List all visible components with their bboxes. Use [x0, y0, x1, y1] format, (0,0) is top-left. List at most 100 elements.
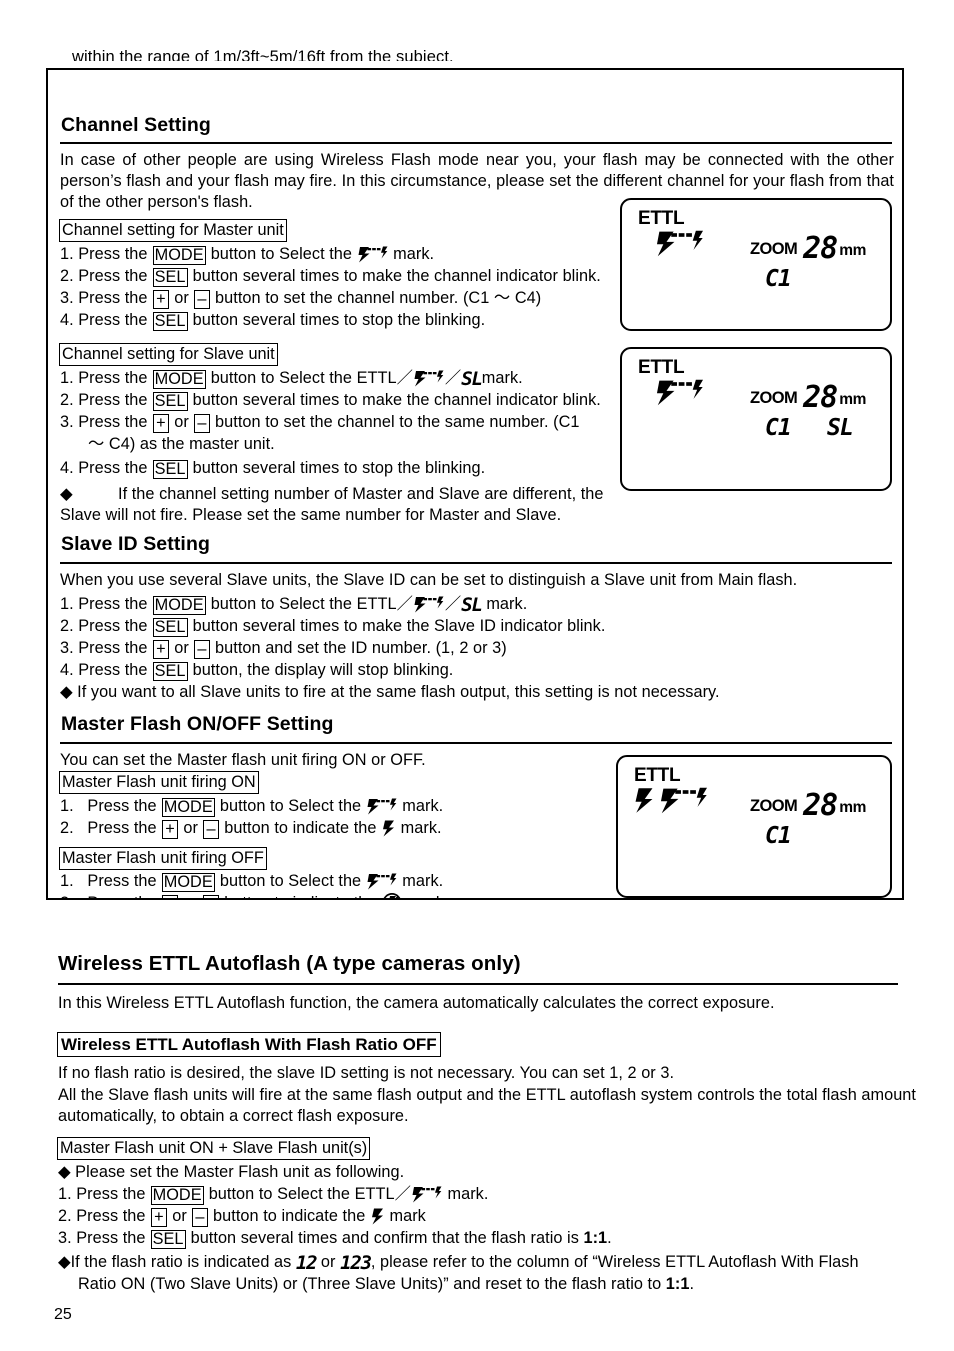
key-minus[interactable]: –: [203, 820, 220, 839]
bullet-icon: ◆: [60, 485, 73, 503]
step-text-mid: button several times to make the Slave I…: [188, 617, 606, 635]
lcd-zoom-label: ZOOM: [750, 240, 798, 258]
key-sel[interactable]: SEL: [152, 460, 188, 479]
lcd-channel-value: C1: [765, 266, 792, 292]
lcd-zoom-unit: mm: [839, 799, 866, 816]
step-text-mid: button to Select the: [206, 245, 357, 263]
slave-seg-mark: SL: [461, 594, 483, 616]
wireless-flash-mark-icon: [656, 230, 704, 257]
preparation-wireless-flash-box: Channel Setting In case of other people …: [46, 68, 904, 900]
key-mode[interactable]: MODE: [150, 1186, 204, 1205]
key-sel[interactable]: SEL: [152, 312, 188, 331]
note-text: If you want to all Slave units to fire a…: [77, 683, 720, 701]
key-plus[interactable]: +: [150, 1208, 168, 1227]
flash-mark-icon: [382, 820, 395, 843]
step-text-mid: button, the display will stop blinking.: [188, 661, 454, 679]
lcd-zoom-row: ZOOM 28 mm: [750, 380, 866, 415]
key-minus[interactable]: –: [193, 640, 210, 659]
step-number: 2.: [60, 617, 74, 635]
key-mode[interactable]: MODE: [161, 873, 215, 892]
step-number: 1.: [60, 245, 74, 263]
step-number: 3.: [58, 1229, 72, 1247]
key-plus[interactable]: +: [152, 640, 170, 659]
ratio-seg-12: 12: [295, 1252, 318, 1274]
bullet-text: Please set the Master Flash unit as foll…: [75, 1163, 405, 1181]
lcd-mark-group: [634, 787, 708, 814]
bullet-icon: ◆: [58, 1163, 71, 1181]
lcd-slave-indicator: SL: [827, 415, 854, 441]
wireless-ettl-intro: In this Wireless ETTL Autoflash function…: [58, 994, 775, 1012]
key-sel[interactable]: SEL: [152, 662, 188, 681]
key-sel[interactable]: SEL: [152, 268, 188, 287]
master-step-3: 3. Press the + or – button to set the ch…: [60, 289, 542, 309]
manual-page: within the range of 1m/3ft~5m/16ft from …: [0, 0, 954, 1351]
slave-id-intro: When you use several Slave units, the Sl…: [60, 571, 798, 589]
mps-note-line-1: ◆If the flash ratio is indicated as 12 o…: [58, 1252, 859, 1274]
lcd-slave-channel: ETTL ZOOM 28 mm C1 SL: [620, 347, 892, 491]
note-text-c: , please refer to the column of “Wireles…: [370, 1253, 859, 1271]
step-number: 2.: [60, 267, 74, 285]
key-sel[interactable]: SEL: [152, 618, 188, 637]
channel-setting-note: ◆ If the channel setting number of Master…: [60, 484, 606, 526]
key-plus[interactable]: +: [152, 414, 170, 433]
step-text-pre: Press the: [78, 391, 153, 409]
key-plus[interactable]: +: [161, 820, 179, 839]
step-text-mid: button several times to make the channel…: [188, 391, 601, 409]
step-text-mid: button to set the channel number. (C1 ～ …: [210, 289, 542, 307]
step-text-pre: Press the: [76, 1229, 151, 1247]
step-text-mid: button and set the ID number. (1, 2 or 3…: [210, 639, 507, 657]
lcd-master-firing-on: ETTL ZOOM 28 mm C1: [616, 755, 892, 898]
step-text-pre: Press the: [78, 617, 153, 635]
step-text-pre: Press the: [87, 872, 162, 890]
step-text-pre: Press the: [78, 595, 153, 613]
step-text-pre: Press the: [87, 819, 162, 837]
lcd-zoom-value: 28: [803, 231, 838, 266]
note-text-a: If the flash ratio is indicated as: [70, 1253, 296, 1271]
note-text-d: Ratio ON (Two Slave Units) or (Three Sla…: [78, 1275, 666, 1293]
step-text-mid: button to indicate the: [208, 1207, 370, 1225]
key-mode[interactable]: MODE: [152, 596, 206, 615]
key-minus[interactable]: –: [193, 414, 210, 433]
key-mode[interactable]: MODE: [152, 246, 206, 265]
note-text-e: .: [689, 1275, 695, 1293]
lcd-channel-value: C1: [765, 415, 792, 441]
key-minus[interactable]: –: [191, 1208, 208, 1227]
step-text-pre: Press the: [78, 459, 153, 477]
bullet-icon: ◆: [58, 1253, 71, 1271]
heading-channel-setting: Channel Setting: [61, 114, 211, 136]
slave-step-2: 2. Press the SEL button several times to…: [60, 390, 601, 411]
step-text-post: mark: [384, 1207, 426, 1225]
step-text-post: mark.: [397, 872, 444, 890]
lcd-zoom-label: ZOOM: [750, 797, 798, 815]
step-number: 1.: [58, 1185, 72, 1203]
key-sel[interactable]: SEL: [152, 392, 188, 411]
key-mode[interactable]: MODE: [161, 798, 215, 817]
key-sel[interactable]: SEL: [150, 1230, 186, 1249]
step-number: 2.: [58, 1207, 72, 1225]
step-text-mid: button several times and confirm that th…: [186, 1229, 584, 1247]
step-text-mid: button to Select the ETTL／: [204, 1185, 411, 1203]
step-number: 3.: [60, 639, 74, 657]
flash-mark-icon: [634, 787, 654, 814]
key-mode[interactable]: MODE: [152, 370, 206, 389]
lcd-zoom-value: 28: [803, 380, 838, 415]
step-text-post: mark.: [396, 819, 442, 837]
lcd-zoom-label: ZOOM: [750, 389, 798, 407]
ratio-seg-123: 123: [340, 1252, 372, 1274]
wireless-flash-mark-icon: [656, 379, 704, 406]
master-on-step-2: 2. Press the + or – button to indicate t…: [60, 818, 442, 843]
step-text-post: mark.: [481, 369, 523, 387]
rule-wireless-ettl: [58, 983, 898, 985]
key-plus[interactable]: +: [152, 290, 170, 309]
ratio-off-para-2: All the Slave flash units will fire at t…: [58, 1086, 916, 1126]
slave-seg-mark: SL: [461, 368, 483, 390]
lcd-mark-group: [656, 379, 704, 406]
step-number: 2.: [60, 819, 74, 837]
step-text-pre: Press the: [87, 797, 162, 815]
master-plus-slave-bullet: ◆ Please set the Master Flash unit as fo…: [58, 1162, 404, 1183]
flash-ratio-value: 1:1: [665, 1275, 690, 1293]
heading-slave-id-setting: Slave ID Setting: [61, 533, 210, 555]
key-minus[interactable]: –: [193, 290, 210, 309]
step-text-mid: button to indicate the: [219, 819, 382, 837]
step-text-post: mark.: [388, 245, 435, 263]
